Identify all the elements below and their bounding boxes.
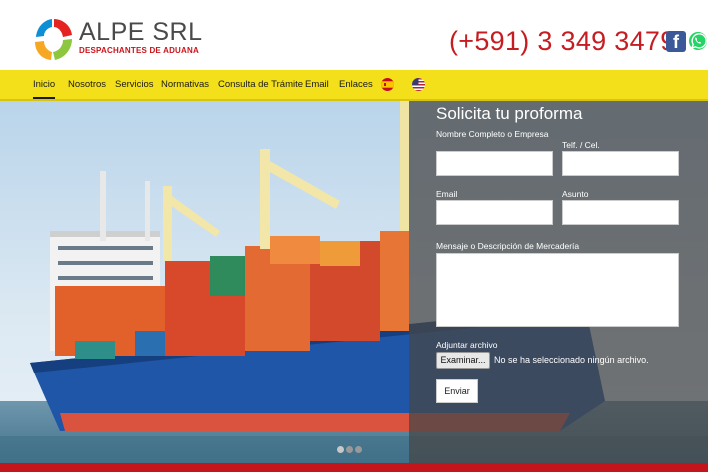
- nav-normativas[interactable]: Normativas: [161, 70, 209, 99]
- file-label: Adjuntar archivo: [436, 340, 498, 350]
- email-field[interactable]: [436, 200, 553, 225]
- nav-inicio[interactable]: Inicio: [33, 70, 56, 99]
- usa-flag-icon[interactable]: [412, 78, 425, 91]
- message-label: Mensaje o Descripción de Mercadería: [436, 241, 580, 251]
- spain-flag-icon[interactable]: [381, 78, 394, 91]
- form-title: Solicita tu proforma: [436, 104, 583, 123]
- site-header: ALPE SRL DESPACHANTES DE ADUANA (+591) 3…: [0, 0, 708, 70]
- logo-icon[interactable]: [33, 17, 75, 63]
- message-textarea[interactable]: [436, 253, 679, 327]
- nav-nosotros[interactable]: Nosotros: [68, 70, 106, 99]
- browse-file-button[interactable]: Examinar...: [436, 352, 490, 369]
- name-label: Nombre Completo o Empresa: [436, 129, 549, 139]
- nav-email[interactable]: Email: [305, 70, 329, 99]
- subject-label: Asunto: [562, 189, 589, 199]
- brand-tagline: DESPACHANTES DE ADUANA: [79, 46, 199, 55]
- main-nav: Inicio Nosotros Servicios Normativas Con…: [0, 70, 708, 101]
- name-field[interactable]: [436, 151, 553, 176]
- logo-text[interactable]: ALPE SRL DESPACHANTES DE ADUANA: [79, 18, 203, 56]
- nav-consulta-tramite[interactable]: Consulta de Trámite: [218, 70, 303, 99]
- slider-pagination: [337, 446, 373, 454]
- subject-field[interactable]: [562, 200, 679, 225]
- nav-enlaces[interactable]: Enlaces: [339, 70, 373, 99]
- email-label: Email: [436, 189, 458, 199]
- whatsapp-icon[interactable]: [688, 31, 708, 51]
- slider-dot-2[interactable]: [346, 446, 353, 453]
- nav-servicios[interactable]: Servicios: [115, 70, 154, 99]
- phone-label: Telf. / Cel.: [562, 140, 600, 150]
- bottom-accent-bar: [0, 463, 708, 472]
- brand-name: ALPE SRL: [79, 18, 203, 46]
- facebook-icon[interactable]: f: [666, 31, 686, 52]
- slider-dot-1[interactable]: [337, 446, 344, 453]
- phone-number: (+591) 3 349 3479: [449, 26, 676, 56]
- phone-field[interactable]: [562, 151, 679, 176]
- submit-button[interactable]: Enviar: [436, 379, 478, 403]
- file-status: No se ha seleccionado ningún archivo.: [494, 355, 649, 365]
- slider-dot-3[interactable]: [355, 446, 362, 453]
